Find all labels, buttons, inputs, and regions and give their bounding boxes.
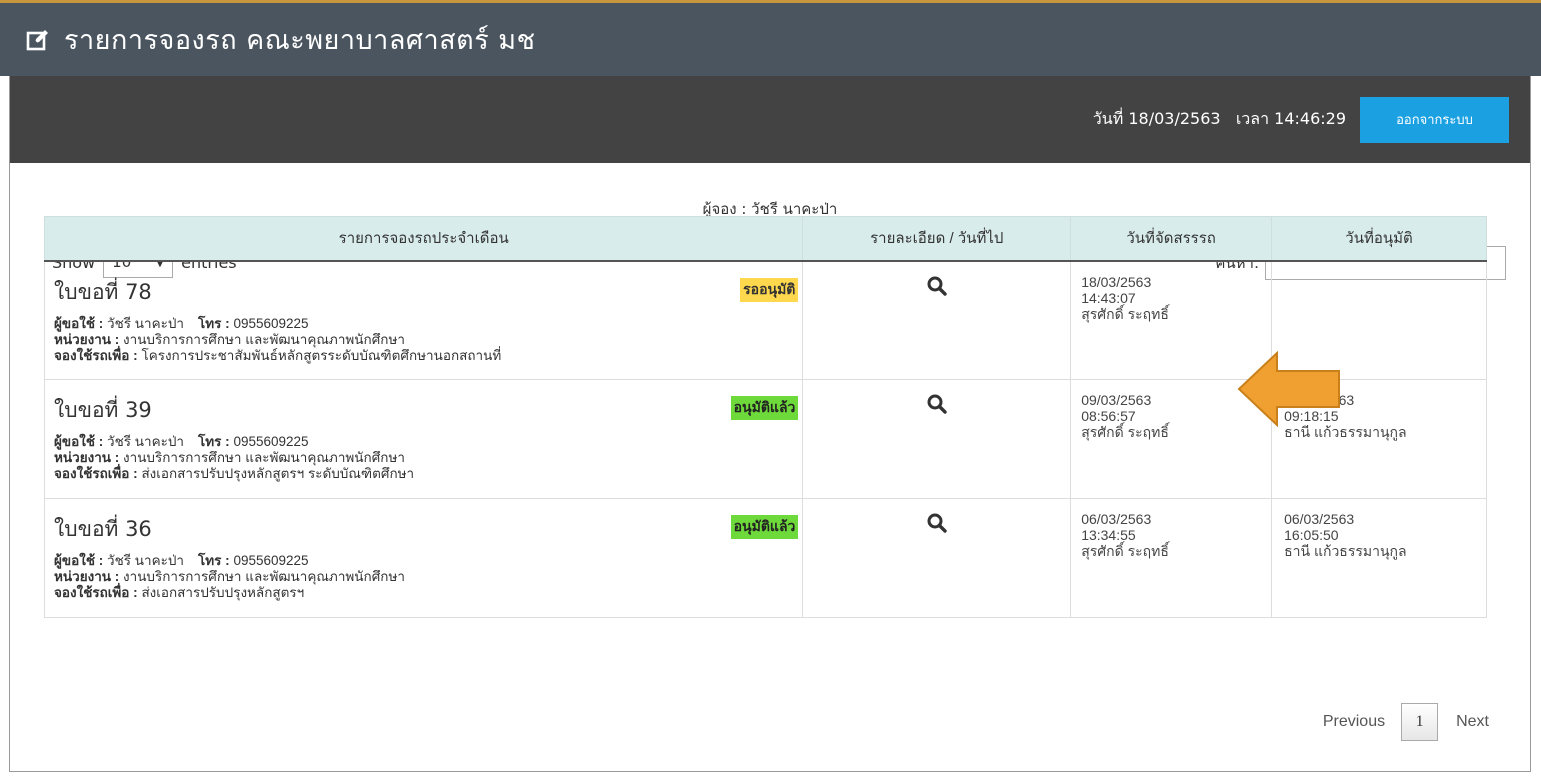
approved-by: ธานี แก้วธรรมานุกูล	[1284, 543, 1407, 559]
purpose-value: ส่งเอกสารปรับปรุงหลักสูตรฯ	[141, 585, 305, 600]
status-badge: อนุมัติแล้ว	[730, 396, 799, 420]
detail-cell	[802, 498, 1072, 618]
request-title: ใบขอที่ 78	[54, 279, 152, 304]
phone-label: โทร :	[198, 434, 230, 449]
phone-value: 0955609225	[233, 315, 309, 331]
user-label: ผู้ขอใช้ :	[54, 553, 104, 568]
allocated-date: 09/03/2563	[1081, 392, 1152, 408]
column-header-allocated-date[interactable]: วันที่จัดสรรรถ	[1070, 216, 1273, 262]
user-value: วัชรี นาคะป่า	[107, 553, 185, 568]
allocated-by: สุรศักดิ์ ระฤทธิ์	[1081, 305, 1169, 322]
booking-cell: ใบขอที่ 78 รออนุมัติ ผู้ขอใช้ : วัชรี นา…	[43, 260, 804, 380]
allocated-time: 08:56:57	[1081, 408, 1136, 424]
page-1-button[interactable]: 1	[1401, 703, 1439, 741]
app-title-bar: รายการจองรถ คณะพยาบาลศาสตร์ มช	[0, 0, 1541, 76]
column-header-approved-date[interactable]: วันที่อนุมัติ	[1271, 216, 1487, 262]
column-header-details[interactable]: รายละเอียด / วันที่ไป	[802, 216, 1072, 262]
view-details-search-icon[interactable]	[927, 394, 947, 419]
user-label: ผู้ขอใช้ :	[54, 315, 104, 331]
unit-value: งานบริการการศึกษา และพัฒนาคุณภาพนักศึกษา	[123, 331, 405, 347]
detail-cell	[802, 260, 1072, 380]
view-details-search-icon[interactable]	[927, 276, 947, 301]
allocated-time: 13:34:55	[1081, 527, 1136, 543]
user-label: ผู้ขอใช้ :	[54, 434, 104, 449]
phone-label: โทร :	[198, 553, 230, 568]
allocated-by: สุรศักดิ์ ระฤทธิ์	[1081, 543, 1169, 559]
request-info: ผู้ขอใช้ : วัชรี นาคะป่า โทร : 0955609225…	[54, 434, 796, 482]
allocated-cell: 06/03/2563 13:34:55 สุรศักดิ์ ระฤทธิ์	[1070, 498, 1273, 618]
view-details-search-icon[interactable]	[927, 513, 947, 538]
request-title: ใบขอที่ 39	[54, 398, 152, 422]
table-row: ใบขอที่ 36 อนุมัติแล้ว ผู้ขอใช้ : วัชรี …	[43, 498, 1487, 618]
unit-label: หน่วยงาน :	[54, 331, 120, 347]
purpose-label: จองใช้รถเพื่อ :	[54, 585, 138, 600]
phone-value: 0955609225	[233, 434, 309, 449]
logout-button[interactable]: ออกจากระบบ	[1360, 96, 1509, 143]
approved-cell: 06/03/2563 16:05:50 ธานี แก้วธรรมานุกูล	[1271, 498, 1487, 618]
purpose-label: จองใช้รถเพื่อ :	[54, 347, 138, 363]
status-badge: รออนุมัติ	[740, 277, 799, 302]
previous-page-button[interactable]: Previous	[1323, 713, 1385, 731]
purpose-label: จองใช้รถเพื่อ :	[54, 466, 138, 481]
booking-cell: ใบขอที่ 39 อนุมัติแล้ว ผู้ขอใช้ : วัชรี …	[43, 379, 804, 499]
unit-value: งานบริการการศึกษา และพัฒนาคุณภาพนักศึกษา	[123, 569, 405, 584]
status-badge: อนุมัติแล้ว	[730, 515, 799, 539]
current-datetime: วันที่ 18/03/2563 เวลา 14:46:29	[1092, 109, 1346, 128]
next-page-button[interactable]: Next	[1456, 713, 1489, 731]
detail-cell	[802, 379, 1072, 499]
phone-value: 0955609225	[233, 553, 309, 568]
user-value: วัชรี นาคะป่า	[107, 315, 185, 331]
purpose-value: ส่งเอกสารปรับปรุงหลักสูตรฯ ระดับบัณฑิตศึ…	[141, 466, 415, 481]
allocated-date: 06/03/2563	[1081, 511, 1152, 527]
annotation-arrow-icon	[1237, 351, 1340, 427]
pagination: Previous 1 Next	[1323, 703, 1489, 741]
panel-header: วันที่ 18/03/2563 เวลา 14:46:29 ออกจากระ…	[10, 76, 1530, 163]
unit-label: หน่วยงาน :	[54, 450, 120, 465]
column-header-bookings[interactable]: รายการจองรถประจำเดือน	[43, 216, 804, 262]
allocated-by: สุรศักดิ์ ระฤทธิ์	[1081, 424, 1169, 440]
page-title: รายการจองรถ คณะพยาบาลศาสตร์ มช	[64, 25, 536, 56]
approved-time: 16:05:50	[1284, 527, 1339, 543]
edit-icon	[26, 28, 50, 52]
allocated-time: 14:43:07	[1081, 289, 1136, 306]
request-info: ผู้ขอใช้ : วัชรี นาคะป่า โทร : 0955609225…	[54, 316, 796, 364]
approved-date: 06/03/2563	[1284, 511, 1355, 527]
request-info: ผู้ขอใช้ : วัชรี นาคะป่า โทร : 0955609225…	[54, 553, 796, 601]
allocated-date: 18/03/2563	[1081, 273, 1152, 290]
request-title: ใบขอที่ 36	[54, 517, 152, 541]
user-value: วัชรี นาคะป่า	[107, 434, 185, 449]
unit-label: หน่วยงาน :	[54, 569, 120, 584]
unit-value: งานบริการการศึกษา และพัฒนาคุณภาพนักศึกษา	[123, 450, 405, 465]
phone-label: โทร :	[198, 315, 230, 331]
booking-cell: ใบขอที่ 36 อนุมัติแล้ว ผู้ขอใช้ : วัชรี …	[43, 498, 804, 618]
purpose-value: โครงการประชาสัมพันธ์หลักสูตรระดับบัณฑิตศ…	[141, 347, 502, 363]
table-header-row: รายการจองรถประจำเดือน รายละเอียด / วันที…	[43, 216, 1487, 262]
